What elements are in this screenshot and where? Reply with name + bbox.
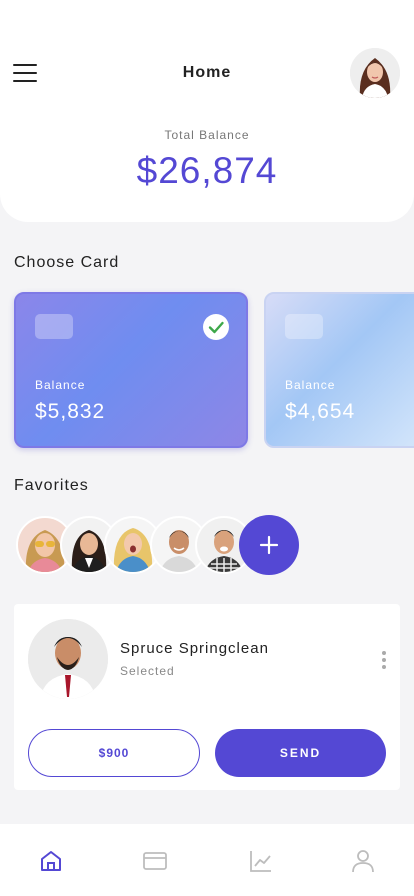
card-chip: [35, 314, 73, 339]
profile-avatar[interactable]: [350, 48, 400, 98]
contact-status: Selected: [120, 664, 175, 678]
contact-name: Spruce Springclean: [120, 640, 269, 657]
send-button[interactable]: SEND: [215, 729, 386, 777]
balance-card-1[interactable]: Balance $5,832: [14, 292, 248, 448]
card-balance-label: Balance: [285, 378, 336, 392]
amount-button[interactable]: $900: [28, 729, 200, 777]
card-balance-amount: $5,832: [35, 400, 106, 423]
chart-icon[interactable]: [248, 848, 274, 874]
user-icon[interactable]: [350, 848, 376, 874]
more-options-icon[interactable]: [379, 649, 389, 671]
card-chip: [285, 314, 323, 339]
bottom-nav: [0, 824, 414, 896]
contact-avatar: [28, 619, 108, 699]
card-balance-label: Balance: [35, 378, 86, 392]
add-favorite-button[interactable]: [239, 515, 299, 575]
choose-card-title: Choose Card: [14, 254, 120, 271]
balance-card-2[interactable]: Balance $4,654: [264, 292, 414, 448]
selected-contact-card: Spruce Springclean Selected $900 SEND: [14, 604, 400, 790]
card-balance-amount: $4,654: [285, 400, 356, 423]
favorites-title: Favorites: [14, 477, 89, 494]
total-balance-label: Total Balance: [164, 128, 250, 142]
checkmark-icon: [203, 314, 229, 340]
card-icon[interactable]: [142, 848, 168, 874]
total-balance-value: $26,874: [136, 150, 278, 191]
home-icon[interactable]: [38, 848, 64, 874]
top-panel: Home Total Balance $26,874: [0, 0, 414, 222]
plus-icon: [259, 535, 279, 555]
